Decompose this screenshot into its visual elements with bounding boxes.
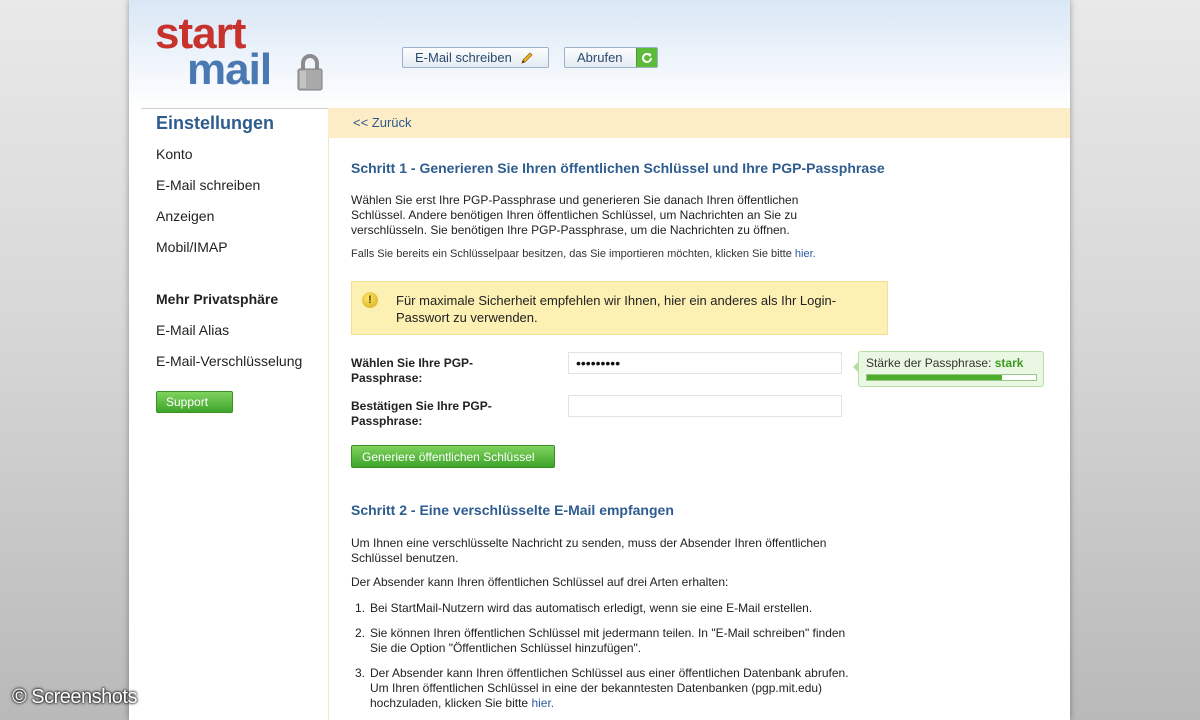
step2-para1: Um Ihnen eine verschlüsselte Nachricht z… — [351, 536, 827, 565]
logo-word-mail: mail — [187, 45, 272, 94]
passphrase-label: Wählen Sie Ihre PGP-Passphrase: — [351, 356, 474, 385]
step1-description: Wählen Sie erst Ihre PGP-Passphrase und … — [351, 193, 799, 237]
compose-button[interactable]: E-Mail schreiben — [402, 47, 549, 68]
strength-value: stark — [994, 356, 1024, 370]
step2-heading: Schritt 2 - Eine verschlüsselte E-Mail e… — [351, 502, 674, 518]
sidebar-divider — [141, 108, 328, 109]
step1-heading: Schritt 1 - Generieren Sie Ihren öffentl… — [351, 160, 885, 176]
list-item-text: Bei StartMail-Nutzern wird das automatis… — [370, 601, 813, 615]
sidebar-section-title: Mehr Privatsphäre — [156, 291, 279, 307]
strength-arrow — [853, 361, 859, 373]
sidebar-item-konto[interactable]: Konto — [156, 146, 193, 162]
confirm-label: Bestätigen Sie Ihre PGP-Passphrase: — [351, 399, 492, 428]
sidebar-item-encryption[interactable]: E-Mail-Verschlüsselung — [156, 353, 302, 369]
refresh-icon — [636, 48, 657, 67]
upload-key-link[interactable]: hier. — [531, 696, 554, 710]
warning-text: Für maximale Sicherheit empfehlen wir Ih… — [396, 293, 837, 325]
main-content: Schritt 1 - Generieren Sie Ihren öffentl… — [328, 138, 1070, 720]
sidebar: Einstellungen Konto E-Mail schreiben Anz… — [129, 108, 328, 720]
lock-icon — [297, 54, 323, 91]
sidebar-item-display[interactable]: Anzeigen — [156, 208, 214, 224]
sidebar-item-compose[interactable]: E-Mail schreiben — [156, 177, 260, 193]
strength-bar — [866, 374, 1037, 381]
warning-icon: ! — [362, 292, 378, 308]
startmail-logo[interactable]: start mail — [155, 12, 330, 94]
list-item-text: Sie können Ihren öffentlichen Schlüssel … — [370, 626, 846, 655]
sidebar-item-mobile-imap[interactable]: Mobil/IMAP — [156, 239, 228, 255]
fetch-button-label: Abrufen — [577, 50, 623, 65]
generate-key-button[interactable]: Generiere öffentlichen Schlüssel — [351, 445, 555, 468]
strength-label: Stärke der Passphrase: — [866, 356, 992, 370]
confirm-passphrase-input[interactable] — [568, 395, 842, 417]
header: start mail E-Mail schreiben Abrufen — [129, 0, 1070, 108]
strength-bar-fill — [867, 375, 1003, 380]
list-number: 2. — [355, 626, 366, 640]
import-link[interactable]: hier. — [795, 248, 816, 260]
list-item-text: Der Absender kann Ihren öffentlichen Sch… — [370, 666, 849, 710]
sidebar-item-alias[interactable]: E-Mail Alias — [156, 322, 229, 338]
list-item-text-wrap: Der Absender kann Ihren öffentlichen Sch… — [370, 666, 860, 711]
support-button[interactable]: Support — [156, 391, 233, 413]
strength-indicator: Stärke der Passphrase: stark — [853, 351, 1044, 387]
import-note: Falls Sie bereits ein Schlüsselpaar besi… — [351, 248, 816, 260]
list-number: 1. — [355, 601, 366, 615]
pencil-icon — [521, 51, 533, 64]
security-warning: ! Für maximale Sicherheit empfehlen wir … — [351, 281, 888, 335]
compose-button-label: E-Mail schreiben — [415, 50, 512, 65]
passphrase-input[interactable] — [568, 352, 842, 374]
sidebar-title: Einstellungen — [156, 113, 275, 133]
fetch-button[interactable]: Abrufen — [564, 47, 658, 68]
import-note-text: Falls Sie bereits ein Schlüsselpaar besi… — [351, 248, 792, 260]
list-number: 3. — [355, 666, 366, 680]
back-bar: << Zurück — [328, 108, 1070, 138]
strength-text: Stärke der Passphrase: stark — [866, 356, 1023, 370]
step2-para2: Der Absender kann Ihren öffentlichen Sch… — [351, 575, 729, 589]
back-link[interactable]: << Zurück — [353, 115, 412, 130]
watermark: © Screenshots — [12, 686, 137, 708]
page: start mail E-Mail schreiben Abrufen Eins… — [129, 0, 1070, 720]
